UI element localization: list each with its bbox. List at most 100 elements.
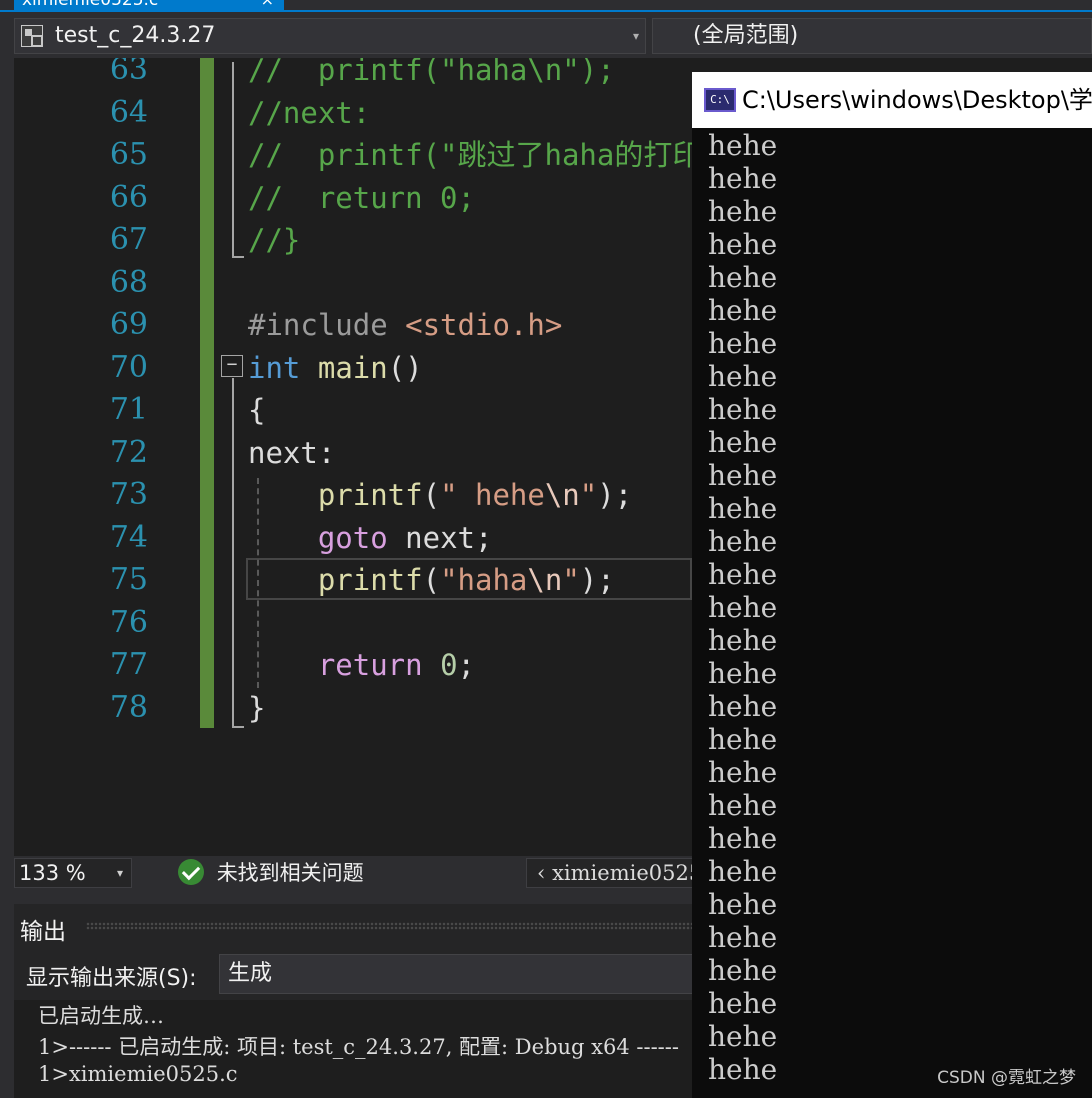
output-line: 已启动生成… bbox=[38, 1004, 164, 1028]
code-line[interactable]: 71 { bbox=[14, 389, 692, 431]
left-tool-strip bbox=[0, 12, 14, 1098]
code-token: ( bbox=[422, 563, 441, 597]
code-token: "haha bbox=[440, 563, 528, 597]
code-line[interactable]: 73 printf(" hehe\n"); bbox=[14, 474, 692, 516]
code-token: return bbox=[317, 648, 423, 682]
code-text: // return 0; bbox=[248, 177, 475, 219]
code-text: printf("haha\n"); bbox=[248, 559, 615, 601]
code-token: \n bbox=[527, 563, 563, 597]
chevron-down-icon: ▾ bbox=[116, 866, 123, 880]
document-tab[interactable]: ximiemie0525.c × bbox=[14, 0, 284, 10]
console-line: hehe bbox=[708, 129, 778, 162]
code-token: ); bbox=[579, 563, 615, 597]
project-dropdown[interactable]: test_c_24.3.27 ▾ bbox=[14, 18, 646, 54]
console-line: hehe bbox=[708, 228, 778, 261]
console-line: hehe bbox=[708, 1020, 778, 1053]
output-text-area[interactable]: 已启动生成… 1>------ 已启动生成: 项目: test_c_24.3.2… bbox=[14, 1000, 692, 1098]
code-line[interactable]: 64 //next: bbox=[14, 92, 692, 134]
line-number: 66 bbox=[109, 179, 148, 215]
document-tab-label: ximiemie0525.c bbox=[22, 0, 159, 10]
code-text: goto next; bbox=[248, 517, 493, 559]
code-text: //} bbox=[248, 219, 300, 261]
output-line: 1>ximiemie0525.c bbox=[38, 1062, 238, 1086]
code-line[interactable]: 65 // printf("跳过了haha的打印\n"); bbox=[14, 134, 692, 176]
line-number: 70 bbox=[109, 349, 148, 385]
console-line: hehe bbox=[708, 855, 778, 888]
project-name: test_c_24.3.27 bbox=[55, 23, 216, 48]
code-text: return 0; bbox=[248, 644, 475, 686]
console-line: hehe bbox=[708, 360, 778, 393]
code-line[interactable]: 78} bbox=[14, 687, 692, 729]
console-line: hehe bbox=[708, 723, 778, 756]
code-line[interactable]: 74 goto next; bbox=[14, 517, 692, 559]
console-title-bar[interactable]: C:\ C:\Users\windows\Desktop\学习 bbox=[692, 72, 1092, 128]
output-source-dropdown[interactable]: 生成 bbox=[219, 954, 692, 994]
code-line[interactable]: 69 #include <stdio.h> bbox=[14, 304, 692, 346]
close-tab-icon[interactable]: × bbox=[261, 0, 274, 10]
code-line[interactable]: 76 bbox=[14, 602, 692, 644]
code-token: 0 bbox=[440, 648, 458, 682]
code-token: //next: bbox=[248, 95, 371, 130]
console-line: hehe bbox=[708, 558, 778, 591]
code-line[interactable]: 66 // return 0; bbox=[14, 177, 692, 219]
zoom-level: 133 % bbox=[19, 861, 86, 885]
code-line[interactable]: 70 int main() bbox=[14, 347, 692, 389]
code-token: #include bbox=[248, 308, 406, 342]
console-line: hehe bbox=[708, 327, 778, 360]
chevron-down-icon: ▾ bbox=[632, 29, 639, 43]
console-line: hehe bbox=[708, 1053, 778, 1086]
issues-indicator[interactable]: 未找到相关问题 bbox=[178, 856, 364, 890]
line-number: 71 bbox=[109, 392, 148, 427]
code-line[interactable]: 72 next: bbox=[14, 432, 692, 474]
console-line: hehe bbox=[708, 789, 778, 822]
line-number: 76 bbox=[109, 604, 148, 640]
code-token: goto bbox=[317, 520, 388, 555]
code-token: () bbox=[387, 350, 423, 385]
code-token: " bbox=[562, 563, 580, 597]
code-line[interactable]: 63 // printf("haha\n"); bbox=[14, 58, 692, 91]
zoom-dropdown[interactable]: 133 % ▾ bbox=[14, 858, 132, 888]
code-token: ; bbox=[457, 648, 476, 682]
code-editor[interactable]: − 63// printf("haha\n"); 64//next: 65// pr… bbox=[14, 58, 692, 856]
console-line: hehe bbox=[708, 888, 778, 921]
line-number: 63 bbox=[109, 58, 148, 87]
console-line: hehe bbox=[708, 393, 778, 426]
code-token: " bbox=[579, 478, 598, 512]
code-line[interactable]: 67 //} bbox=[14, 219, 692, 261]
code-line[interactable]: 77 return 0; bbox=[14, 644, 692, 686]
output-title: 输出 bbox=[20, 919, 66, 945]
code-token: printf bbox=[317, 478, 423, 512]
code-line[interactable]: 75 printf("haha\n"); bbox=[14, 559, 692, 601]
console-line: hehe bbox=[708, 459, 778, 492]
check-circle-icon bbox=[178, 859, 204, 885]
console-title: C:\Users\windows\Desktop\学习 bbox=[742, 86, 1092, 114]
code-token: // printf("haha\n"); bbox=[248, 58, 615, 87]
line-number: 77 bbox=[109, 647, 148, 682]
code-line[interactable]: 68 bbox=[14, 262, 692, 304]
code-token: } bbox=[248, 690, 266, 725]
scope-name: (全局范围) bbox=[693, 23, 799, 48]
console-window[interactable]: C:\ C:\Users\windows\Desktop\学习 hehe hehe… bbox=[692, 72, 1092, 1098]
scope-dropdown[interactable]: (全局范围) bbox=[652, 18, 1092, 54]
output-panel: 输出 显示输出来源(S): 生成 已启动生成… 1>------ 已启动生成: … bbox=[14, 904, 692, 1098]
line-number: 78 bbox=[109, 689, 148, 725]
console-line: hehe bbox=[708, 492, 778, 525]
watermark: CSDN @霓虹之梦 bbox=[937, 1068, 1076, 1088]
console-line: hehe bbox=[708, 426, 778, 459]
file-nav-dropdown[interactable]: ‹ ximiemie0525.c bbox=[526, 858, 692, 888]
console-line: hehe bbox=[708, 690, 778, 723]
console-line: hehe bbox=[708, 624, 778, 657]
code-token: int bbox=[248, 350, 301, 385]
code-token: next; bbox=[387, 520, 493, 555]
code-text: // printf("haha\n"); bbox=[248, 58, 615, 91]
line-number: 74 bbox=[109, 519, 148, 555]
panel-splitter[interactable] bbox=[0, 890, 692, 904]
console-line: hehe bbox=[708, 921, 778, 954]
panel-drag-grip[interactable] bbox=[86, 922, 692, 930]
code-token: main bbox=[317, 350, 388, 385]
code-token: printf bbox=[317, 563, 423, 597]
line-number: 67 bbox=[109, 222, 148, 257]
